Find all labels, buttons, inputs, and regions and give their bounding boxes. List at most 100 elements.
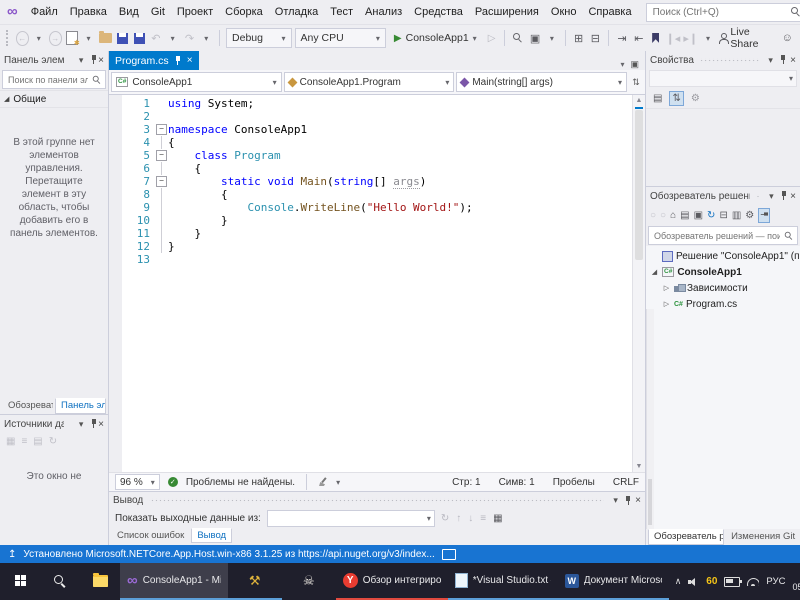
split-editor-handle[interactable]: ⇅ <box>629 77 643 88</box>
toolbar-grip[interactable] <box>6 30 11 46</box>
menu-view[interactable]: Вид <box>113 4 145 20</box>
output-close-icon[interactable]: × <box>635 495 641 506</box>
save-all-button[interactable] <box>130 30 146 47</box>
fold-margin[interactable]: − <box>155 149 168 162</box>
redo-button[interactable]: ↷ <box>183 30 197 46</box>
bookmarks-caret[interactable]: ▾ <box>701 30 715 46</box>
code-line[interactable]: 9 Console.WriteLine("Hello World!"); <box>122 201 632 214</box>
code-line[interactable]: 13 <box>122 253 632 266</box>
menu-window[interactable]: Окно <box>545 4 583 20</box>
tab-close-icon[interactable]: × <box>187 55 193 66</box>
outdent-icon[interactable]: ⇤ <box>632 30 646 46</box>
tab-program-cs[interactable]: Program.cs × <box>109 51 199 70</box>
taskbar-button-notepad[interactable]: *Visual Studio.txt – ... <box>447 563 558 600</box>
output-title-bar[interactable]: Вывод ▾ × <box>109 492 645 509</box>
property-pages-icon[interactable]: ⚙ <box>689 92 702 105</box>
tab-server-explorer[interactable]: Обозревате... <box>2 398 54 414</box>
tab-toolbox[interactable]: Панель эле... <box>55 398 106 414</box>
se-forward-icon[interactable]: ○ <box>660 210 666 221</box>
find-in-files-icon[interactable] <box>511 30 525 46</box>
right-dock-scrollbar[interactable] <box>646 309 654 529</box>
output-word-wrap-icon[interactable]: ▦ <box>493 513 502 524</box>
tab-git-changes[interactable]: Изменения Git — п... <box>725 529 798 545</box>
menu-tools[interactable]: Средства <box>408 4 469 20</box>
start-without-debugging-icon[interactable]: ▷ <box>485 30 499 46</box>
taskbar-button-visual-studio[interactable]: ∞ ConsoleApp1 - Mic... <box>120 563 228 600</box>
properties-close-icon[interactable]: × <box>790 55 796 66</box>
output-refresh-icon[interactable]: ↻ <box>441 513 449 524</box>
taskbar-button-skull[interactable]: ☠ <box>282 563 336 600</box>
scroll-down-arrow-icon[interactable]: ▼ <box>636 461 643 472</box>
navigate-back-button[interactable]: ← <box>15 30 29 46</box>
uncomment-icon[interactable]: ⊟ <box>588 30 602 46</box>
open-file-button[interactable] <box>98 30 112 46</box>
fold-margin[interactable] <box>155 253 168 266</box>
solution-explorer-close-icon[interactable]: × <box>790 191 796 202</box>
alphabetical-sort-icon[interactable]: ⇅ <box>669 90 684 106</box>
code-map-icon[interactable]: ▣ <box>528 30 542 46</box>
solution-explorer-search-box[interactable] <box>648 226 798 245</box>
back-caret-icon[interactable]: ▾ <box>32 30 46 46</box>
save-button[interactable] <box>115 30 129 46</box>
new-file-caret[interactable]: ▾ <box>82 30 96 46</box>
tab-error-list[interactable]: Список ошибок <box>111 528 190 543</box>
se-properties-icon[interactable]: ⚙ <box>745 210 754 221</box>
toolbox-pin-icon[interactable] <box>90 55 96 65</box>
menu-extensions[interactable]: Расширения <box>469 4 545 20</box>
se-home-icon[interactable]: ⌂ <box>670 210 676 221</box>
file-explorer-button[interactable] <box>80 563 120 600</box>
configure-data-source-icon[interactable]: ▤ <box>33 436 42 447</box>
code-map-caret[interactable]: ▾ <box>545 30 559 46</box>
tree-item[interactable]: ▷ C# Program.cs <box>646 296 800 312</box>
document-list-caret-icon[interactable]: ▾ <box>620 60 624 69</box>
indent-icon[interactable]: ⇥ <box>615 30 629 46</box>
fold-margin[interactable] <box>155 97 168 110</box>
menu-help[interactable]: Справка <box>582 4 637 20</box>
tab-pin-icon[interactable] <box>174 55 182 66</box>
fold-margin[interactable] <box>155 240 168 253</box>
fold-margin[interactable] <box>155 162 168 175</box>
code-editor[interactable]: 1 using System; 2 3− namespace ConsoleApp1 4{… <box>109 95 645 472</box>
fold-margin[interactable]: − <box>155 123 168 136</box>
spaces-indicator[interactable]: Пробелы <box>553 477 595 488</box>
se-preview-selected-icon[interactable] <box>758 207 771 223</box>
tree-item[interactable]: Решение "ConsoleApp1" (проекты: 1 из 1) <box>646 248 800 264</box>
add-data-source-icon[interactable]: ▦ <box>6 436 15 447</box>
tab-output[interactable]: Вывод <box>191 528 233 543</box>
menu-test[interactable]: Тест <box>324 4 359 20</box>
properties-object-dropdown[interactable]: ▾ <box>649 70 797 87</box>
solution-explorer-pin-icon[interactable] <box>780 191 787 201</box>
se-switch-views-icon[interactable]: ▤ <box>680 210 689 221</box>
toolbox-search-box[interactable] <box>2 70 106 89</box>
code-line[interactable]: 2 <box>122 110 632 123</box>
menu-git[interactable]: Git <box>145 4 171 20</box>
new-file-button[interactable] <box>65 30 80 47</box>
toolbox-menu-caret-icon[interactable]: ▾ <box>76 55 87 66</box>
zoom-dropdown[interactable]: 96 % ▾ <box>115 474 160 490</box>
status-extra-icon[interactable] <box>441 548 456 560</box>
taskbar-button-yandex[interactable]: Y Обзор интегриров... <box>335 563 448 600</box>
data-sources-title-bar[interactable]: Источники данных ▾ × <box>0 415 108 433</box>
expanded-arrow-icon[interactable]: ◢ <box>650 268 659 276</box>
code-line[interactable]: 1 using System; <box>122 97 632 110</box>
type-dropdown[interactable]: ConsoleApp1.Program ▾ <box>283 72 455 92</box>
code-line[interactable]: 5− class Program <box>122 149 632 162</box>
code-line[interactable]: 6 { <box>122 162 632 175</box>
fold-margin[interactable] <box>155 201 168 214</box>
toolbox-close-icon[interactable]: × <box>98 55 104 66</box>
menu-debug[interactable]: Отладка <box>269 4 324 20</box>
output-prev-message-icon[interactable]: ↑ <box>456 513 461 524</box>
se-back-icon[interactable]: ○ <box>650 210 656 221</box>
menu-build[interactable]: Сборка <box>219 4 269 20</box>
edit-data-source-icon[interactable]: ≡ <box>21 436 27 447</box>
bookmark-icon[interactable] <box>649 30 663 46</box>
se-show-all-files-icon[interactable]: ▥ <box>732 210 741 221</box>
fold-margin[interactable] <box>155 214 168 227</box>
se-collapse-all-icon[interactable]: ⊟ <box>719 210 727 221</box>
collapsed-arrow-icon[interactable]: ▷ <box>662 300 671 308</box>
se-refresh-icon[interactable]: ↻ <box>707 210 715 221</box>
solution-explorer-title-bar[interactable]: Обозреватель решений ▾ × <box>646 187 800 205</box>
code-line[interactable]: 7− static void Main(string[] args) <box>122 175 632 189</box>
next-bookmark-icon[interactable]: ▸❙ <box>683 30 698 46</box>
fold-margin[interactable] <box>155 227 168 240</box>
